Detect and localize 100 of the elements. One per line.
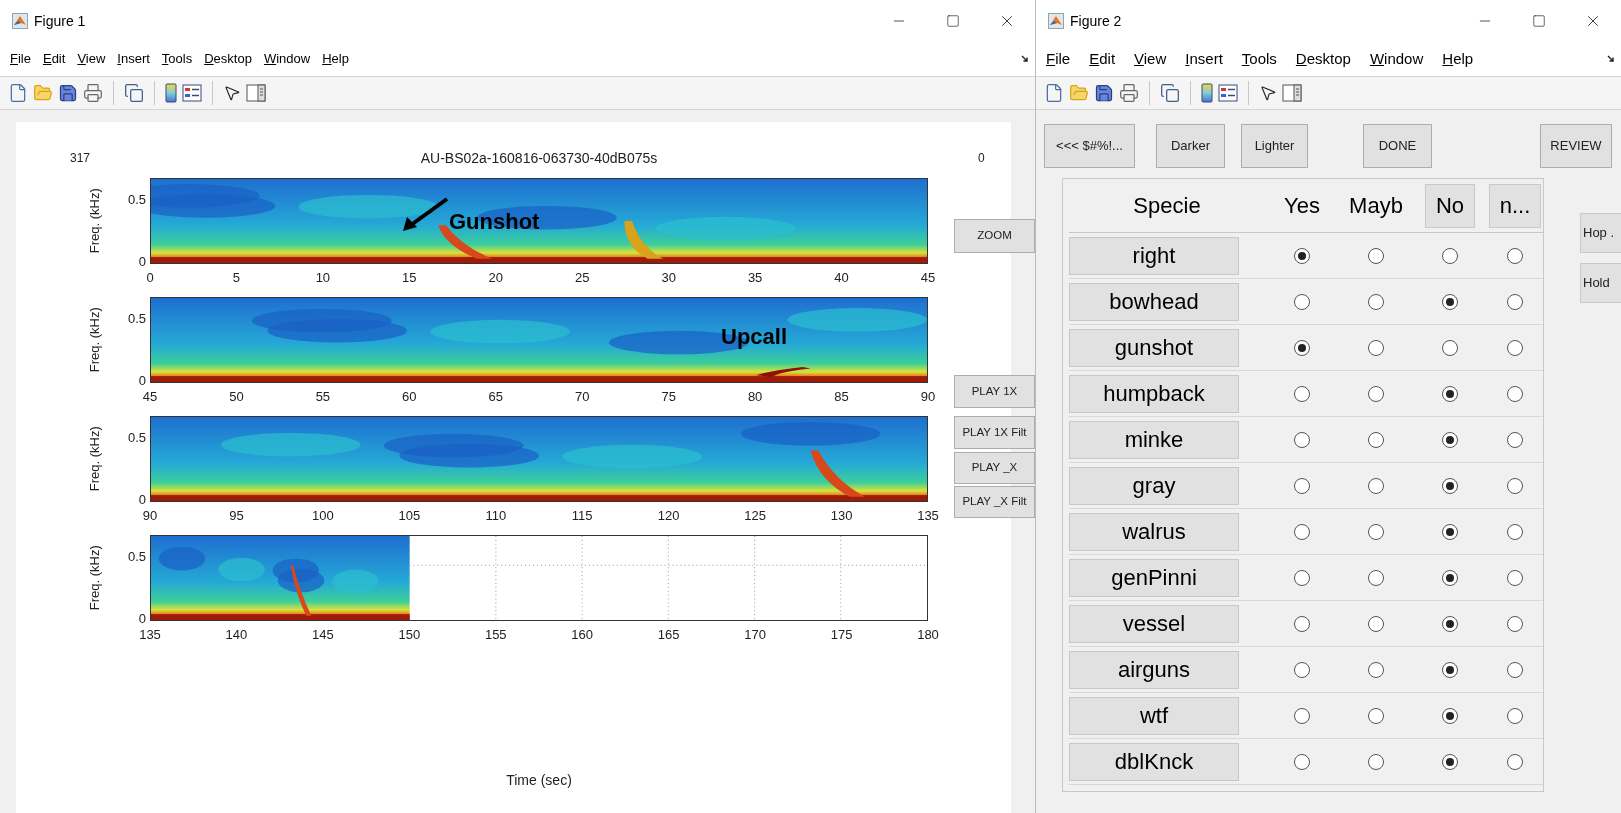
radio-button[interactable] [1507,477,1523,494]
menu-item[interactable]: File [1046,47,1071,71]
radio-button[interactable] [1368,293,1384,310]
pointer-icon[interactable] [1259,84,1277,102]
save-icon[interactable] [1094,83,1114,103]
species-button[interactable]: vessel [1069,604,1239,643]
menu-item[interactable]: Insert [1185,47,1223,71]
pointer-icon[interactable] [223,84,241,102]
radio-button[interactable] [1442,615,1458,632]
radio-button[interactable] [1368,753,1384,770]
radio-button[interactable] [1294,569,1310,586]
radio-button[interactable] [1507,385,1523,402]
chevron-icon[interactable] [1021,55,1029,63]
radio-button[interactable] [1442,523,1458,540]
printer-icon[interactable] [1119,83,1139,103]
printer-icon[interactable] [83,83,103,103]
species-button[interactable]: gunshot [1069,328,1239,367]
species-button[interactable]: dblKnck [1069,742,1239,781]
radio-button[interactable] [1507,293,1523,310]
panel-icon[interactable] [246,84,266,102]
radio-button[interactable] [1507,339,1523,356]
toolbar-button[interactable]: REVIEW [1540,124,1612,168]
menu-item[interactable]: Tools [161,49,193,69]
plot-button[interactable]: PLAY _X Filt [954,486,1035,518]
side-button[interactable]: Hold [1580,263,1621,303]
radio-button[interactable] [1507,615,1523,632]
radio-button[interactable] [1507,569,1523,586]
species-button[interactable]: airguns [1069,650,1239,689]
species-button[interactable]: walrus [1069,512,1239,551]
radio-button[interactable] [1368,707,1384,724]
species-button[interactable]: bowhead [1069,282,1239,321]
radio-button[interactable] [1368,615,1384,632]
radio-button[interactable] [1294,615,1310,632]
species-button[interactable]: humpback [1069,374,1239,413]
radio-button[interactable] [1368,431,1384,448]
new-file-icon[interactable] [8,83,28,103]
radio-button[interactable] [1294,753,1310,770]
radio-button[interactable] [1368,339,1384,356]
save-icon[interactable] [58,83,78,103]
species-button[interactable]: genPinni [1069,558,1239,597]
menu-item[interactable]: View [1134,47,1167,71]
radio-button[interactable] [1294,247,1310,264]
radio-button[interactable] [1442,339,1458,356]
panel-icon[interactable] [1282,84,1302,102]
radio-button[interactable] [1368,661,1384,678]
radio-button[interactable] [1507,431,1523,448]
radio-button[interactable] [1442,569,1458,586]
toolbar-button[interactable]: Lighter [1241,124,1308,168]
radio-button[interactable] [1507,753,1523,770]
menu-item[interactable]: Desktop [1295,47,1351,71]
menu-item[interactable]: Help [322,49,349,69]
toolbar-button[interactable]: <<< $#%!... [1044,124,1135,168]
radio-button[interactable] [1368,477,1384,494]
plot-button[interactable]: ZOOM [954,219,1035,253]
radio-button[interactable] [1294,431,1310,448]
toolbar-button[interactable]: DONE [1363,124,1432,168]
menu-item[interactable]: Insert [117,49,150,69]
radio-button[interactable] [1294,339,1310,356]
legend-icon[interactable] [182,84,202,102]
species-button[interactable]: gray [1069,466,1239,505]
windows-icon[interactable] [124,83,144,103]
radio-button[interactable] [1507,661,1523,678]
radio-button[interactable] [1294,523,1310,540]
radio-button[interactable] [1442,661,1458,678]
radio-button[interactable] [1442,431,1458,448]
menu-item[interactable]: File [10,49,31,69]
plot-button[interactable]: PLAY 1X [954,375,1035,408]
radio-button[interactable] [1294,477,1310,494]
maximize-icon[interactable] [946,14,960,28]
menu-item[interactable]: Desktop [204,49,252,69]
radio-button[interactable] [1442,477,1458,494]
menu-item[interactable]: Edit [1089,47,1116,71]
column-header-button[interactable]: n... [1488,183,1542,228]
radio-button[interactable] [1294,661,1310,678]
menu-item[interactable]: Edit [42,49,66,69]
radio-button[interactable] [1368,385,1384,402]
maximize-icon[interactable] [1532,14,1546,28]
radio-button[interactable] [1442,385,1458,402]
radio-button[interactable] [1507,707,1523,724]
radio-button[interactable] [1368,523,1384,540]
plot-button[interactable]: PLAY _X [954,452,1035,484]
radio-button[interactable] [1294,707,1310,724]
species-button[interactable]: minke [1069,420,1239,459]
colorbar-icon[interactable] [165,83,177,103]
column-header-button[interactable]: No [1424,183,1476,228]
menu-item[interactable]: Tools [1241,47,1277,71]
radio-button[interactable] [1368,569,1384,586]
radio-button[interactable] [1442,753,1458,770]
legend-icon[interactable] [1218,84,1238,102]
radio-button[interactable] [1368,247,1384,264]
toolbar-button[interactable]: Darker [1156,124,1225,168]
windows-icon[interactable] [1160,83,1180,103]
menu-item[interactable]: Window [263,49,311,69]
radio-button[interactable] [1507,247,1523,264]
colorbar-icon[interactable] [1201,83,1213,103]
radio-button[interactable] [1442,247,1458,264]
new-file-icon[interactable] [1044,83,1064,103]
side-button[interactable]: Hop . [1580,213,1621,253]
radio-button[interactable] [1294,385,1310,402]
plot-button[interactable]: PLAY 1X Filt [954,416,1035,449]
